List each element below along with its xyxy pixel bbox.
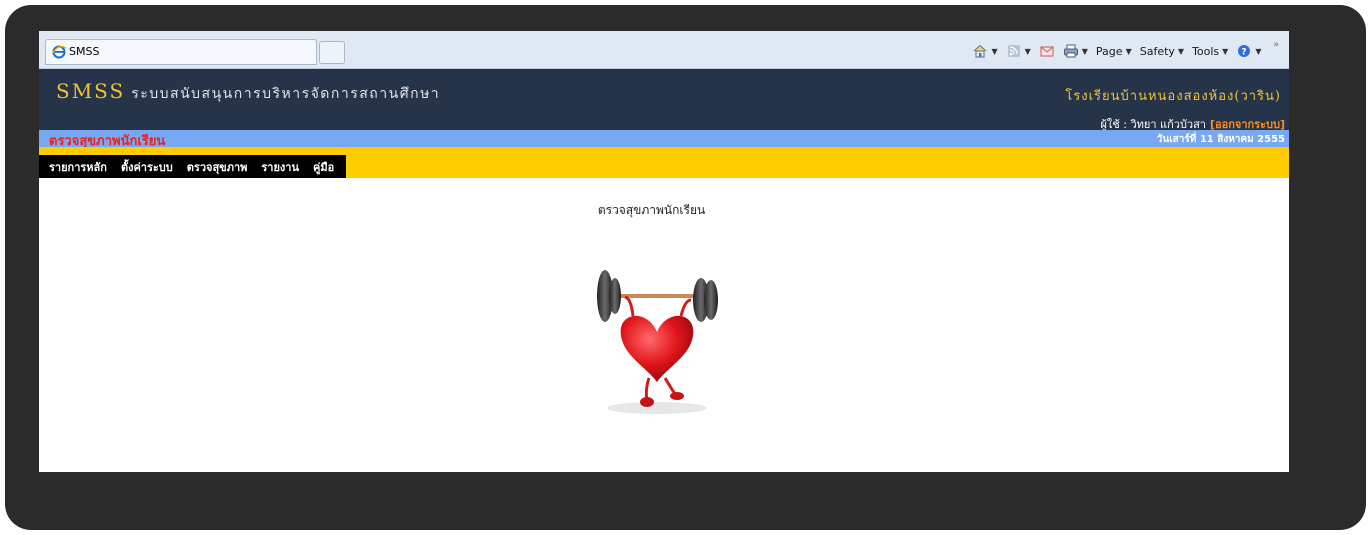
brand-subtitle: ระบบสนับสนุนการบริหารจัดการสถานศึกษา <box>131 86 441 102</box>
menu-item-reports[interactable]: รายงาน <box>261 158 299 176</box>
more-commands-button[interactable]: » <box>1273 40 1279 50</box>
menu-item-health-check[interactable]: ตรวจสุขภาพ <box>187 158 248 176</box>
page-menu[interactable]: Page ▼ <box>1096 45 1132 58</box>
content-heading: ตรวจสุขภาพนักเรียน <box>597 203 706 217</box>
site-header: SMSS ระบบสนับสนุนการบริหารจัดการสถานศึกษา… <box>39 69 1289 131</box>
safety-menu-label: Safety <box>1139 44 1175 58</box>
home-icon <box>974 44 987 58</box>
print-button[interactable]: ▼ <box>1063 44 1088 58</box>
tools-menu[interactable]: Tools ▼ <box>1192 45 1228 58</box>
help-menu[interactable]: ? ▼ <box>1236 44 1261 58</box>
browser-tab[interactable]: SMSS <box>45 39 317 65</box>
heart-barbell-image <box>597 270 718 414</box>
command-bar: ▼ ▼ ▼ Page ▼ Safety ▼ Tools ▼ ? ▼ » <box>972 40 1279 61</box>
browser-tab-bar: SMSS ▼ ▼ ▼ Page ▼ Safety ▼ Tools ▼ ? ▼ » <box>39 31 1289 69</box>
menu-bar: รายการหลัก ตั้งค่าระบบ ตรวจสุขภาพ รายงาน… <box>39 147 1289 178</box>
chevron-down-icon: ▼ <box>1255 46 1262 56</box>
page-title-bar: ตรวจสุขภาพนักเรียน วันเสาร์ที่ 11 สิงหาค… <box>39 130 1289 149</box>
menu-item-manual[interactable]: คู่มือ <box>313 158 334 176</box>
current-date: วันเสาร์ที่ 11 สิงหาคม 2555 <box>1156 134 1285 145</box>
chevron-down-icon[interactable]: ▼ <box>991 47 997 56</box>
main-content: ตรวจสุขภาพนักเรียน <box>39 178 1289 472</box>
chevron-down-icon: ▼ <box>1125 46 1132 56</box>
tab-title: SMSS <box>69 45 100 58</box>
tools-menu-label: Tools <box>1192 44 1220 58</box>
svg-text:?: ? <box>1242 48 1247 58</box>
chevron-down-icon: ▼ <box>1177 46 1185 56</box>
main-menu: รายการหลัก ตั้งค่าระบบ ตรวจสุขภาพ รายงาน… <box>39 155 347 178</box>
school-name: โรงเรียนบ้านหนองสองห้อง(วาริน) <box>1065 89 1281 104</box>
brand-name: SMSS <box>56 79 126 103</box>
ie-icon <box>52 45 66 59</box>
chevron-down-icon: ▼ <box>1222 46 1229 56</box>
menu-item-main[interactable]: รายการหลัก <box>49 158 107 176</box>
mail-button[interactable] <box>1039 44 1055 58</box>
rss-icon <box>1007 45 1020 57</box>
help-icon: ? <box>1238 45 1251 58</box>
home-button[interactable]: ▼ <box>972 44 998 58</box>
mail-icon <box>1040 46 1054 57</box>
menu-item-settings[interactable]: ตั้งค่าระบบ <box>121 158 173 176</box>
site-logo: SMSS ระบบสนับสนุนการบริหารจัดการสถานศึกษา <box>56 79 440 105</box>
new-tab-button[interactable] <box>319 41 345 64</box>
safety-menu[interactable]: Safety ▼ <box>1140 45 1184 58</box>
chevron-down-icon[interactable]: ▼ <box>1082 47 1088 56</box>
print-icon <box>1063 44 1078 58</box>
browser-window: SMSS ▼ ▼ ▼ Page ▼ Safety ▼ Tools ▼ ? ▼ »… <box>39 31 1289 472</box>
feeds-button[interactable]: ▼ <box>1006 44 1031 58</box>
chevron-down-icon[interactable]: ▼ <box>1025 47 1031 56</box>
page-menu-label: Page <box>1095 44 1123 58</box>
